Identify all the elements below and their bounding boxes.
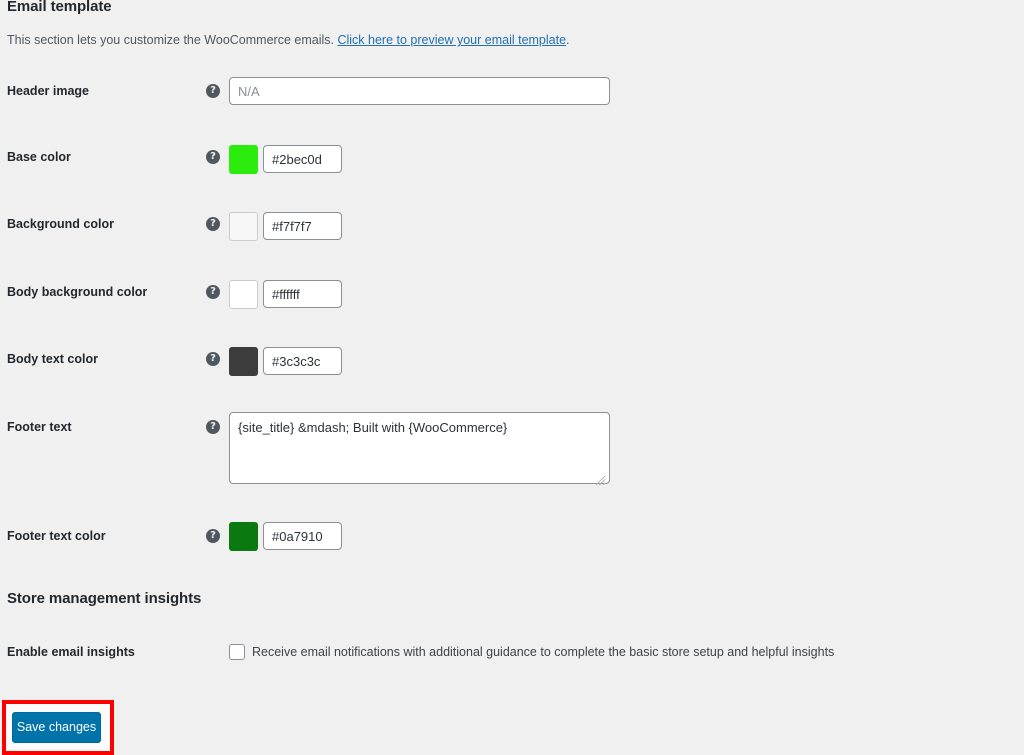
field-row-background-color: Background color ? <box>0 212 1024 245</box>
body-background-color-label: Body background color <box>7 285 148 299</box>
body-text-color-input[interactable] <box>263 347 342 375</box>
base-color-label: Base color <box>7 150 71 164</box>
body-background-color-swatch[interactable] <box>229 280 258 309</box>
base-color-swatch[interactable] <box>229 145 258 174</box>
preview-email-template-link[interactable]: Click here to preview your email templat… <box>337 33 566 47</box>
section-description-period: . <box>566 33 570 47</box>
enable-email-insights-label: Enable email insights <box>7 645 135 659</box>
settings-page: Email template This section lets you cus… <box>0 0 1024 755</box>
field-row-footer-text-color: Footer text color ? <box>0 522 1024 557</box>
body-text-color-label: Body text color <box>7 352 98 366</box>
body-background-color-input[interactable] <box>263 280 342 308</box>
header-image-label: Header image <box>7 84 89 98</box>
header-image-input[interactable] <box>229 77 610 105</box>
help-icon[interactable]: ? <box>206 150 220 164</box>
background-color-label: Background color <box>7 217 114 231</box>
help-icon[interactable]: ? <box>206 84 220 98</box>
background-color-swatch[interactable] <box>229 212 258 241</box>
footer-text-textarea[interactable] <box>229 412 610 484</box>
footer-text-label: Footer text <box>7 420 72 434</box>
enable-email-insights-checkbox[interactable] <box>229 644 245 660</box>
store-insights-title: Store management insights <box>7 590 202 607</box>
help-icon[interactable]: ? <box>206 352 220 366</box>
enable-email-insights-checkbox-label[interactable]: Receive email notifications with additio… <box>252 645 834 659</box>
footer-text-color-swatch[interactable] <box>229 522 258 551</box>
section-description-text: This section lets you customize the WooC… <box>7 33 334 47</box>
background-color-input[interactable] <box>263 212 342 240</box>
section-description: This section lets you customize the WooC… <box>7 33 570 47</box>
help-icon[interactable]: ? <box>206 217 220 231</box>
field-row-body-background-color: Body background color ? <box>0 280 1024 313</box>
footer-text-color-label: Footer text color <box>7 529 106 543</box>
body-text-color-swatch[interactable] <box>229 347 258 376</box>
base-color-input[interactable] <box>263 145 342 173</box>
help-icon[interactable]: ? <box>206 529 220 543</box>
save-changes-button[interactable]: Save changes <box>12 712 101 743</box>
field-row-header-image: Header image ? <box>0 77 1024 112</box>
help-icon[interactable]: ? <box>206 285 220 299</box>
help-icon[interactable]: ? <box>206 420 220 434</box>
field-row-footer-text: Footer text ? <box>0 412 1024 498</box>
page-title: Email template <box>7 0 112 15</box>
field-row-body-text-color: Body text color ? <box>0 347 1024 380</box>
footer-text-color-input[interactable] <box>263 522 342 550</box>
field-row-base-color: Base color ? <box>0 145 1024 178</box>
